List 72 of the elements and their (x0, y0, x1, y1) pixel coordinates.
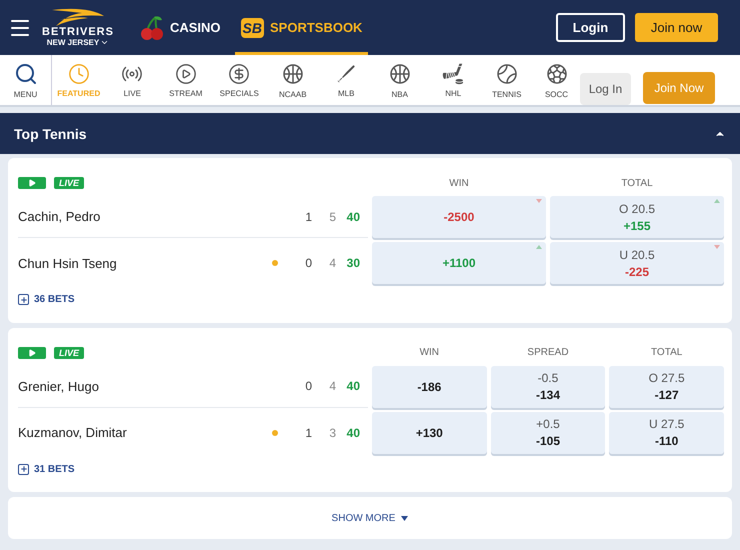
sport-tab[interactable]: SPECIALS (212, 55, 266, 105)
sportsbook-logo: SB (240, 18, 264, 38)
live-badge: LIVE (54, 177, 84, 189)
player-name: Cachin, Pedro (18, 209, 102, 224)
play-badge[interactable] (18, 177, 46, 189)
plus-icon (18, 294, 29, 305)
odds-button[interactable]: -186 (372, 366, 487, 408)
login-button[interactable]: Log In (580, 73, 631, 105)
column-header: TOTAL (650, 347, 684, 358)
show-more-button[interactable]: SHOW MORE (8, 497, 732, 539)
brand-name: BETRIVERS (42, 26, 114, 38)
basketball-icon (280, 62, 305, 86)
odds-button[interactable]: U 20.5 -225 (550, 242, 724, 284)
clock-icon (68, 62, 90, 84)
column-header: WIN (418, 347, 440, 358)
column-header: SPREAD (526, 347, 570, 358)
down-triangle-icon (536, 199, 542, 203)
column-header: WIN (448, 178, 470, 188)
odds-button[interactable]: U 27.5 -110 (609, 412, 724, 454)
odds-button[interactable]: +130 (372, 412, 487, 454)
sport-tab[interactable]: NBA (373, 55, 426, 105)
score: 0 (304, 379, 312, 393)
odds-button[interactable]: O 27.5 -127 (609, 366, 724, 408)
odds-button[interactable]: -0.5 -134 (490, 366, 606, 408)
player-name: Kuzmanov, Dimitar (18, 425, 128, 440)
player-name: Grenier, Hugo (18, 378, 100, 394)
more-bets-link[interactable]: 36 BETS (18, 294, 75, 305)
dollar-icon (228, 62, 250, 84)
score: 4 (328, 256, 336, 270)
score: 5 (328, 210, 336, 224)
up-triangle-icon (714, 199, 720, 203)
join-button[interactable]: Join now (635, 13, 718, 42)
score: 3 (328, 426, 336, 440)
basketball-icon (388, 62, 412, 86)
score: 4 (328, 379, 336, 393)
score: 40 (346, 426, 360, 440)
sport-tab[interactable]: MENU (0, 55, 52, 105)
play-icon (174, 62, 197, 84)
hockey-stick-icon (442, 62, 464, 84)
sport-tab[interactable]: NHL (426, 55, 480, 105)
sport-tab[interactable]: MLB (320, 55, 373, 105)
bat-icon (335, 62, 358, 84)
up-triangle-icon (536, 245, 542, 249)
plus-icon (18, 464, 29, 474)
cherries-icon (140, 14, 164, 40)
sport-tab[interactable]: LIVE (106, 55, 159, 105)
sport-tab[interactable]: NCAAB (266, 55, 320, 105)
odds-button[interactable]: O 20.5 +155 (550, 196, 724, 238)
score: 1 (304, 426, 312, 440)
player-name: Chun Hsin Tseng (18, 256, 118, 270)
search-icon (14, 62, 38, 86)
score: 40 (346, 379, 360, 393)
more-bets-link[interactable]: 31 BETS (18, 464, 75, 474)
odds-button[interactable]: -2500 (372, 196, 546, 238)
chevron-icon (100, 38, 110, 47)
down-triangle-icon (714, 245, 720, 249)
sport-tab[interactable]: SOCC (534, 55, 580, 105)
caret-icon (401, 516, 408, 520)
score: 30 (346, 256, 360, 270)
login-button[interactable]: Login (556, 13, 625, 42)
sport-tab[interactable]: TENNIS (480, 55, 534, 105)
sport-tab[interactable]: STREAM (159, 55, 212, 105)
play-badge[interactable] (18, 346, 46, 358)
score: 0 (304, 256, 312, 270)
column-header: TOTAL (620, 178, 654, 188)
section-title: Top Tennis (14, 126, 87, 142)
odds-button[interactable]: +0.5 -105 (490, 412, 606, 454)
product-tab[interactable]: CASINO (134, 0, 227, 55)
score: 1 (304, 210, 312, 224)
score: 40 (346, 210, 360, 224)
live-badge: LIVE (54, 346, 84, 358)
region-selector[interactable]: NEW JERSEY (46, 38, 110, 47)
